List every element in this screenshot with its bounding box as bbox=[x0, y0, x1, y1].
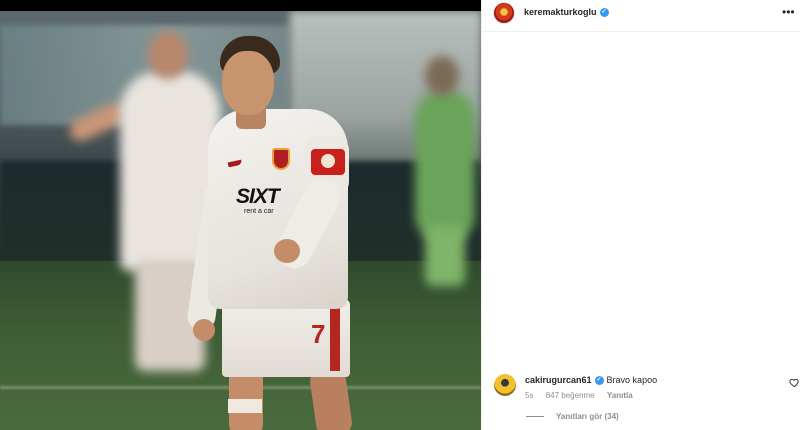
commenter-avatar[interactable] bbox=[494, 374, 516, 396]
view-replies-button[interactable]: Yanıtları gör (34) bbox=[526, 412, 619, 421]
verified-badge-icon: ✓ bbox=[599, 8, 609, 18]
verified-badge-icon: ✓ bbox=[594, 376, 604, 386]
more-options-icon[interactable]: ••• bbox=[782, 6, 795, 18]
shorts-stripe bbox=[330, 299, 340, 371]
shorts-number: 7 bbox=[311, 319, 326, 349]
post-header: keremakturkoglu ✓ ••• bbox=[482, 0, 800, 32]
comment-meta: 5s 847 beğenme Yanıtla bbox=[525, 391, 643, 400]
captain-armband-logo bbox=[321, 154, 335, 168]
reply-button[interactable]: Yanıtla bbox=[607, 391, 633, 400]
author-username-row[interactable]: keremakturkoglu ✓ bbox=[524, 7, 609, 18]
player-leg-tape bbox=[228, 399, 262, 413]
comment-time[interactable]: 5s bbox=[525, 391, 533, 400]
player-left-hand bbox=[193, 319, 215, 341]
heart-outline-icon[interactable] bbox=[789, 377, 800, 388]
shirt-sponsor: SIXT bbox=[236, 185, 280, 208]
comment-likes[interactable]: 847 beğenme bbox=[546, 391, 595, 400]
post-photo-panel[interactable]: 7 SIXT rent a car bbox=[0, 0, 481, 430]
view-replies-label[interactable]: Yanıtları gör (34) bbox=[556, 412, 619, 421]
post-side-panel: keremakturkoglu ✓ ••• cakirugurcan61 ✓ Brav… bbox=[481, 0, 800, 430]
main-player: 7 SIXT rent a car bbox=[0, 11, 481, 430]
player-head bbox=[222, 51, 274, 115]
photo-top-bar bbox=[0, 0, 481, 11]
shirt-sponsor-subtitle: rent a car bbox=[244, 208, 274, 215]
player-right-hand bbox=[274, 239, 300, 263]
replies-dash bbox=[526, 416, 544, 417]
author-username[interactable]: keremakturkoglu bbox=[524, 7, 597, 17]
comment: cakirugurcan61 ✓ Bravo kapoo bbox=[525, 375, 658, 386]
club-crest bbox=[272, 148, 290, 170]
comment-text: Bravo kapoo bbox=[606, 375, 658, 385]
author-avatar[interactable] bbox=[493, 2, 515, 24]
post-photo[interactable]: 7 SIXT rent a car bbox=[0, 11, 481, 430]
comment-username[interactable]: cakirugurcan61 bbox=[525, 375, 592, 385]
